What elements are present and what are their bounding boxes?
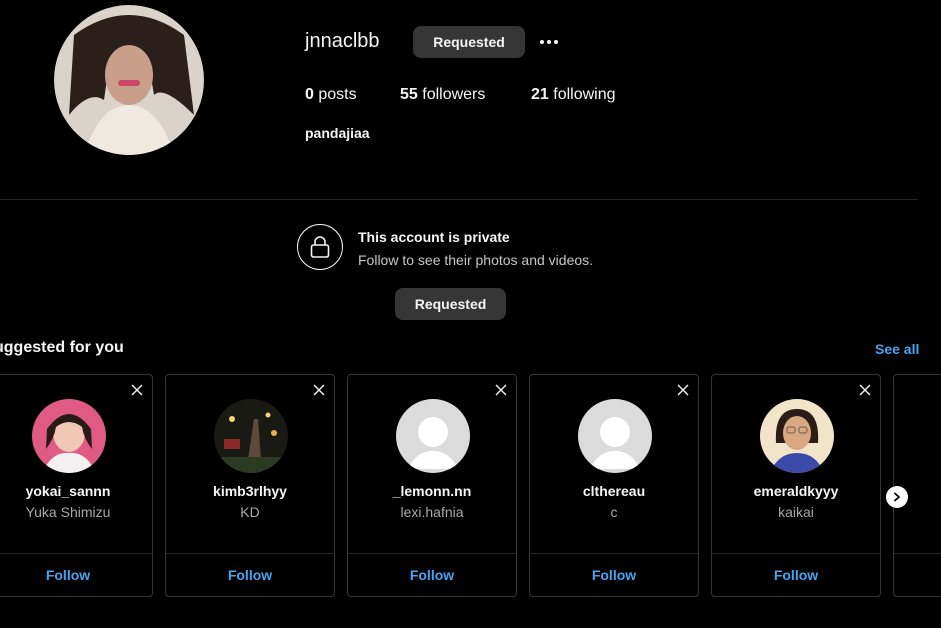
close-icon[interactable] [676, 383, 690, 397]
suggestion-username[interactable]: yokai_sannn [0, 483, 152, 499]
lock-icon [297, 224, 343, 270]
close-icon[interactable] [312, 383, 326, 397]
private-account-subtitle: Follow to see their photos and videos. [358, 252, 594, 268]
posts-count: 0 [305, 86, 314, 103]
followers-stat[interactable]: 55 followers [400, 86, 485, 104]
follow-button[interactable]: Follow [0, 567, 152, 583]
follow-button[interactable]: Follow [530, 567, 698, 583]
follow-button[interactable]: Follow [348, 567, 516, 583]
suggestion-avatar[interactable] [32, 399, 106, 473]
suggestion-name: kaikai [778, 504, 814, 520]
close-icon[interactable] [858, 383, 872, 397]
close-icon[interactable] [130, 383, 144, 397]
suggestion-name: Yuka Shimizu [25, 504, 111, 520]
suggested-for-you-heading: uggested for you [0, 339, 124, 356]
private-account-title: This account is private [358, 229, 510, 245]
follow-button[interactable]: Follow [712, 567, 880, 583]
card-divider [530, 553, 698, 554]
requested-button-secondary[interactable]: Requested [395, 288, 506, 320]
suggestion-avatar[interactable] [760, 399, 834, 473]
card-divider [894, 553, 941, 554]
requested-button[interactable]: Requested [413, 26, 525, 58]
followers-label: followers [422, 86, 486, 103]
suggestion-username[interactable]: _lemonn.nn [348, 483, 516, 499]
default-avatar-icon[interactable] [578, 399, 652, 473]
suggestion-card: kimb3rlhyy KD Follow [165, 374, 335, 597]
following-stat[interactable]: 21 following [531, 86, 616, 104]
card-divider [348, 553, 516, 554]
posts-stat: 0 posts [305, 86, 357, 104]
suggestion-name: c [610, 504, 618, 520]
suggestion-card: yokai_sannn Yuka Shimizu Follow [0, 374, 153, 597]
close-icon[interactable] [494, 383, 508, 397]
followers-count: 55 [400, 86, 418, 103]
suggestion-username[interactable]: clthereau [530, 483, 698, 499]
card-divider [166, 553, 334, 554]
suggestion-username[interactable]: kimb3rlhyy [166, 483, 334, 499]
more-options-icon[interactable] [535, 30, 563, 54]
chevron-right-icon[interactable] [886, 486, 908, 508]
suggestion-name: lexi.hafnia [400, 504, 464, 520]
profile-avatar[interactable] [54, 5, 204, 155]
following-label: following [553, 86, 616, 103]
suggestion-card: emeraldkyyy kaikai Follow [711, 374, 881, 597]
follow-button[interactable]: Follow [166, 567, 334, 583]
profile-full-name: pandajiaa [305, 125, 370, 141]
card-divider [712, 553, 880, 554]
posts-label: posts [318, 86, 357, 103]
suggestion-card: clthereau c Follow [529, 374, 699, 597]
following-count: 21 [531, 86, 549, 103]
suggestion-avatar[interactable] [214, 399, 288, 473]
suggestion-card: _lemonn.nn lexi.hafnia Follow [347, 374, 517, 597]
suggestion-name: KD [240, 504, 260, 520]
see-all-link[interactable]: See all [875, 341, 919, 357]
divider [0, 199, 918, 200]
suggestion-username[interactable]: emeraldkyyy [712, 483, 880, 499]
default-avatar-icon[interactable] [396, 399, 470, 473]
card-divider [0, 553, 152, 554]
profile-username: jnnaclbb [305, 30, 380, 52]
